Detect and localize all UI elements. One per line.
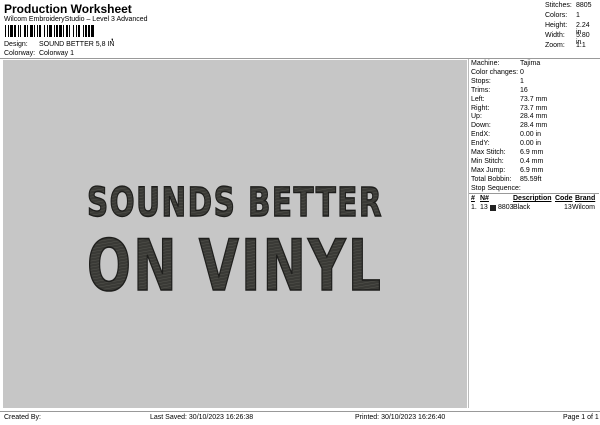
- stop-sequence-title: Stop Sequence:: [471, 185, 521, 192]
- printed-date: Printed: 30/10/2023 16:26:40: [355, 414, 446, 421]
- machine-info-label: Down:: [471, 122, 491, 130]
- row-num: 1.: [471, 204, 477, 211]
- colorway-row: Colorway: Colorway 1: [4, 50, 74, 57]
- row-description: Black: [513, 204, 531, 211]
- embroidery-design: SOUNDS BETTER ON VINYL: [86, 179, 383, 308]
- color-swatch: [490, 205, 496, 211]
- machine-info-value: Tajima: [520, 60, 541, 67]
- stat-value: 8805: [576, 2, 592, 9]
- machine-info-label: EndX:: [471, 131, 491, 139]
- stat-row: Zoom: 1:1: [545, 42, 597, 52]
- row-code: 13: [564, 204, 572, 211]
- stat-row: Height: 2.24 in: [545, 22, 597, 36]
- machine-info-value: 1: [520, 77, 524, 85]
- col-brand: Brand: [575, 195, 596, 202]
- stat-label: Zoom:: [545, 42, 565, 49]
- col-code: Code: [555, 195, 573, 202]
- machine-info-label: Right:: [471, 104, 490, 112]
- last-saved: Last Saved: 30/10/2023 16:26:38: [150, 414, 254, 421]
- colorway-label: Colorway:: [4, 50, 36, 57]
- row-swatch-code: 8803: [498, 204, 514, 211]
- machine-info-value: 85.59ft: [520, 175, 542, 183]
- machine-info-label: Color changes:: [471, 68, 519, 76]
- worksheet-footer: Created By: Last Saved: 30/10/2023 16:26…: [0, 411, 600, 425]
- col-description: Description: [513, 195, 552, 202]
- machine-info-value: 73.7 mm: [520, 95, 548, 103]
- row-brand: Wilcom: [572, 204, 595, 211]
- software-subtitle: Wilcom EmbroideryStudio – Level 3 Advanc…: [4, 16, 148, 23]
- stat-value: 1:1: [576, 42, 586, 49]
- stat-row: Colors: 1: [545, 12, 597, 22]
- worksheet-header: Production Worksheet Wilcom EmbroiderySt…: [0, 0, 545, 58]
- stat-row: Stitches: 8805: [545, 2, 597, 12]
- stat-label: Width:: [545, 32, 565, 39]
- machine-info-label: Max Jump:: [471, 166, 506, 174]
- machine-info-label: Stops:: [471, 77, 491, 85]
- machine-info-label: Max Stitch:: [471, 149, 506, 156]
- design-line-2: ON VINYL: [87, 225, 383, 307]
- stop-divider: [469, 193, 599, 194]
- machine-info-value: 73.7 mm: [520, 104, 548, 112]
- machine-info-value: 0.00 in: [520, 140, 542, 148]
- machine-info-value: 6.9 mm: [520, 149, 544, 156]
- colorway-value: Colorway 1: [38, 50, 74, 57]
- design-value: SOUND BETTER 5,8 IN: [38, 41, 115, 48]
- stat-row: Width: 5.80 in: [545, 32, 597, 46]
- design-label: Design:: [4, 41, 28, 48]
- machine-info-value: 0.4 mm: [520, 157, 544, 165]
- row-n: 13: [480, 204, 488, 211]
- col-num: #: [471, 195, 475, 202]
- machine-info-value: 28.4 mm: [520, 122, 548, 130]
- summary-stats: Stitches: 8805 Colors: 1 Height: 2.24 in Wi…: [545, 2, 597, 52]
- design-preview: SOUNDS BETTER ON VINYL: [3, 60, 467, 408]
- machine-info-label: Trims:: [471, 86, 491, 94]
- machine-info-value: 0.00 in: [520, 131, 542, 139]
- stat-label: Stitches:: [545, 2, 572, 9]
- stat-label: Colors:: [545, 12, 568, 19]
- machine-info-value: 6.9 mm: [520, 166, 544, 174]
- machine-info-value: 28.4 mm: [520, 113, 548, 121]
- barcode: [5, 25, 153, 37]
- machine-info-value: 0: [520, 68, 524, 76]
- page-number: Page 1 of 1: [563, 414, 599, 421]
- machine-info-value: 16: [520, 86, 528, 94]
- machine-info-panel: Machine: Tajima Color changes: 0 Stops: 1 Trim…: [468, 59, 599, 408]
- machine-info-label: Total Bobbin:: [471, 175, 512, 183]
- stat-label: Height:: [545, 22, 568, 29]
- stat-value: 1: [576, 12, 580, 19]
- page-title: Production Worksheet: [4, 2, 132, 16]
- machine-info-label: Min Stitch:: [471, 157, 504, 165]
- machine-info-label: Left:: [471, 95, 485, 103]
- design-row: Design: SOUND BETTER 5,8 IN: [4, 41, 114, 48]
- machine-info-label: EndY:: [471, 140, 490, 148]
- col-n: N#: [480, 195, 489, 202]
- design-line-1: SOUNDS BETTER: [87, 180, 383, 226]
- created-by: Created By:: [4, 414, 41, 421]
- machine-info-label: Up:: [471, 113, 482, 121]
- machine-info-label: Machine:: [471, 60, 500, 67]
